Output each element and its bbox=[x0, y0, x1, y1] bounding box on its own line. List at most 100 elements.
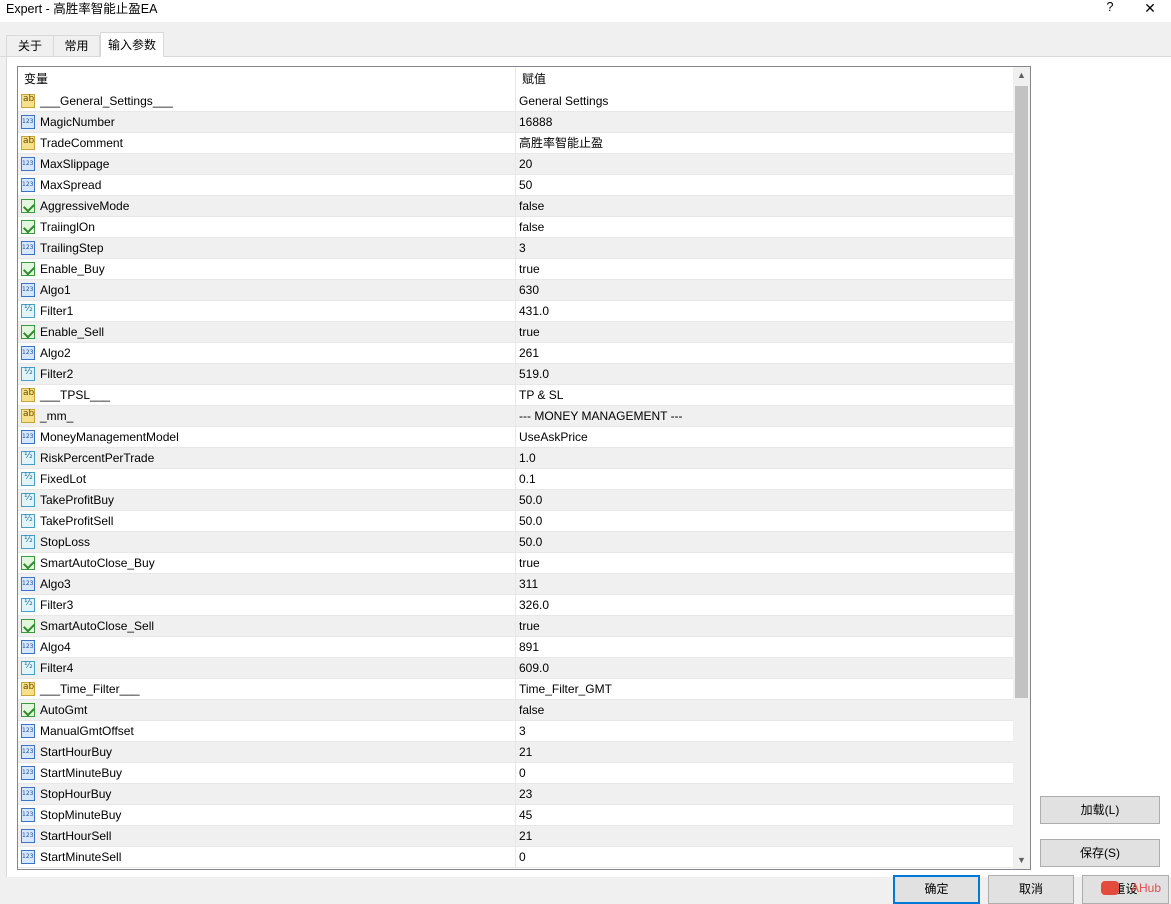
scroll-down-icon[interactable]: ▼ bbox=[1013, 852, 1030, 869]
cancel-button[interactable]: 取消 bbox=[988, 875, 1074, 904]
table-row[interactable]: MaxSlippage 20 bbox=[18, 154, 1013, 175]
variable-value[interactable]: TP & SL bbox=[515, 385, 1013, 405]
variable-value[interactable]: 3 bbox=[515, 238, 1013, 258]
variable-value[interactable]: 高胜率智能止盈 bbox=[515, 133, 1013, 153]
variable-value[interactable]: UseAskPrice bbox=[515, 427, 1013, 447]
variable-name: MaxSlippage bbox=[40, 157, 110, 171]
variable-value[interactable]: 431.0 bbox=[515, 301, 1013, 321]
variable-value[interactable]: 609.0 bbox=[515, 658, 1013, 678]
table-row[interactable]: RiskPercentPerTrade 1.0 bbox=[18, 448, 1013, 469]
variable-name: ___Time_Filter___ bbox=[40, 682, 140, 696]
variable-value[interactable]: 3 bbox=[515, 721, 1013, 741]
integer-icon bbox=[21, 346, 35, 360]
table-row[interactable]: TraiinglOn false bbox=[18, 217, 1013, 238]
table-row[interactable]: StartMinuteSell 0 bbox=[18, 847, 1013, 868]
table-row[interactable]: Enable_Buy true bbox=[18, 259, 1013, 280]
table-row[interactable]: SmartAutoClose_Buy true bbox=[18, 553, 1013, 574]
table-row[interactable]: FixedLot 0.1 bbox=[18, 469, 1013, 490]
table-row[interactable]: MagicNumber 16888 bbox=[18, 112, 1013, 133]
tab-about[interactable]: 关于 bbox=[6, 35, 54, 56]
column-header-variable[interactable]: 变量 bbox=[18, 67, 515, 91]
variable-name: MoneyManagementModel bbox=[40, 430, 179, 444]
tab-inputs[interactable]: 输入参数 bbox=[100, 32, 164, 57]
table-row[interactable]: Filter4 609.0 bbox=[18, 658, 1013, 679]
variable-value[interactable]: 23 bbox=[515, 784, 1013, 804]
integer-icon bbox=[21, 850, 35, 864]
table-row[interactable]: _mm_ --- MONEY MANAGEMENT --- bbox=[18, 406, 1013, 427]
variable-value[interactable]: 16888 bbox=[515, 112, 1013, 132]
table-row[interactable]: StartHourSell 21 bbox=[18, 826, 1013, 847]
table-row[interactable]: ___Time_Filter___ Time_Filter_GMT bbox=[18, 679, 1013, 700]
variable-value[interactable]: 1.0 bbox=[515, 448, 1013, 468]
variable-value[interactable]: 519.0 bbox=[515, 364, 1013, 384]
table-row[interactable]: StopHourBuy 23 bbox=[18, 784, 1013, 805]
table-row[interactable]: Algo4 891 bbox=[18, 637, 1013, 658]
table-row[interactable]: Filter2 519.0 bbox=[18, 364, 1013, 385]
column-header-value[interactable]: 赋值 bbox=[515, 67, 1013, 91]
scroll-up-icon[interactable]: ▲ bbox=[1013, 67, 1030, 84]
variable-value[interactable]: 21 bbox=[515, 826, 1013, 846]
variable-value[interactable]: 261 bbox=[515, 343, 1013, 363]
variable-value[interactable]: false bbox=[515, 217, 1013, 237]
table-row[interactable]: TradeComment 高胜率智能止盈 bbox=[18, 133, 1013, 154]
scroll-thumb[interactable] bbox=[1015, 86, 1028, 698]
variable-value[interactable]: General Settings bbox=[515, 91, 1013, 111]
table-row[interactable]: TakeProfitSell 50.0 bbox=[18, 511, 1013, 532]
variable-value[interactable]: 50 bbox=[515, 175, 1013, 195]
table-row[interactable]: ___General_Settings___ General Settings bbox=[18, 91, 1013, 112]
table-row[interactable]: Algo1 630 bbox=[18, 280, 1013, 301]
table-row[interactable]: Algo3 311 bbox=[18, 574, 1013, 595]
variable-value[interactable]: 50.0 bbox=[515, 532, 1013, 552]
variable-value[interactable]: true bbox=[515, 553, 1013, 573]
variable-value[interactable]: false bbox=[515, 700, 1013, 720]
variable-value[interactable]: 891 bbox=[515, 637, 1013, 657]
tab-common[interactable]: 常用 bbox=[53, 35, 100, 56]
table-row[interactable]: StopLoss 50.0 bbox=[18, 532, 1013, 553]
variable-value[interactable]: 20 bbox=[515, 154, 1013, 174]
close-button[interactable]: ✕ bbox=[1141, 0, 1159, 17]
variable-value[interactable]: 0 bbox=[515, 763, 1013, 783]
variable-name: StopMinuteBuy bbox=[40, 808, 122, 822]
ok-button[interactable]: 确定 bbox=[893, 875, 980, 904]
variable-value[interactable]: false bbox=[515, 196, 1013, 216]
variable-value[interactable]: true bbox=[515, 259, 1013, 279]
variable-value[interactable]: 45 bbox=[515, 805, 1013, 825]
variable-name: _mm_ bbox=[40, 409, 74, 423]
variable-value[interactable]: 326.0 bbox=[515, 595, 1013, 615]
integer-icon bbox=[21, 577, 35, 591]
window-title: Expert - 高胜率智能止盈EA bbox=[6, 2, 158, 16]
variable-name: SmartAutoClose_Sell bbox=[40, 619, 155, 633]
variable-value[interactable]: true bbox=[515, 322, 1013, 342]
table-row[interactable]: StartMinuteBuy 0 bbox=[18, 763, 1013, 784]
variable-value[interactable]: 0 bbox=[515, 847, 1013, 867]
variable-value[interactable]: Time_Filter_GMT bbox=[515, 679, 1013, 699]
help-button[interactable]: ? bbox=[1103, 0, 1117, 14]
save-button[interactable]: 保存(S) bbox=[1040, 839, 1160, 867]
table-row[interactable]: Filter3 326.0 bbox=[18, 595, 1013, 616]
variable-value[interactable]: 311 bbox=[515, 574, 1013, 594]
variable-value[interactable]: 0.1 bbox=[515, 469, 1013, 489]
integer-icon bbox=[21, 787, 35, 801]
table-row[interactable]: TrailingStep 3 bbox=[18, 238, 1013, 259]
table-row[interactable]: AggressiveMode false bbox=[18, 196, 1013, 217]
table-row[interactable]: ManualGmtOffset 3 bbox=[18, 721, 1013, 742]
variable-value[interactable]: 630 bbox=[515, 280, 1013, 300]
table-row[interactable]: StopMinuteBuy 45 bbox=[18, 805, 1013, 826]
variable-value[interactable]: 50.0 bbox=[515, 511, 1013, 531]
table-row[interactable]: Enable_Sell true bbox=[18, 322, 1013, 343]
table-row[interactable]: TakeProfitBuy 50.0 bbox=[18, 490, 1013, 511]
table-row[interactable]: StartHourBuy 21 bbox=[18, 742, 1013, 763]
variable-value[interactable]: --- MONEY MANAGEMENT --- bbox=[515, 406, 1013, 426]
table-row[interactable]: MaxSpread 50 bbox=[18, 175, 1013, 196]
table-row[interactable]: MoneyManagementModel UseAskPrice bbox=[18, 427, 1013, 448]
variable-value[interactable]: 21 bbox=[515, 742, 1013, 762]
table-row[interactable]: Algo2 261 bbox=[18, 343, 1013, 364]
variable-value[interactable]: 50.0 bbox=[515, 490, 1013, 510]
table-row[interactable]: SmartAutoClose_Sell true bbox=[18, 616, 1013, 637]
table-row[interactable]: Filter1 431.0 bbox=[18, 301, 1013, 322]
table-row[interactable]: AutoGmt false bbox=[18, 700, 1013, 721]
load-button[interactable]: 加载(L) bbox=[1040, 796, 1160, 824]
table-row[interactable]: ___TPSL___ TP & SL bbox=[18, 385, 1013, 406]
variable-value[interactable]: true bbox=[515, 616, 1013, 636]
vertical-scrollbar[interactable]: ▲ ▼ bbox=[1013, 67, 1030, 869]
